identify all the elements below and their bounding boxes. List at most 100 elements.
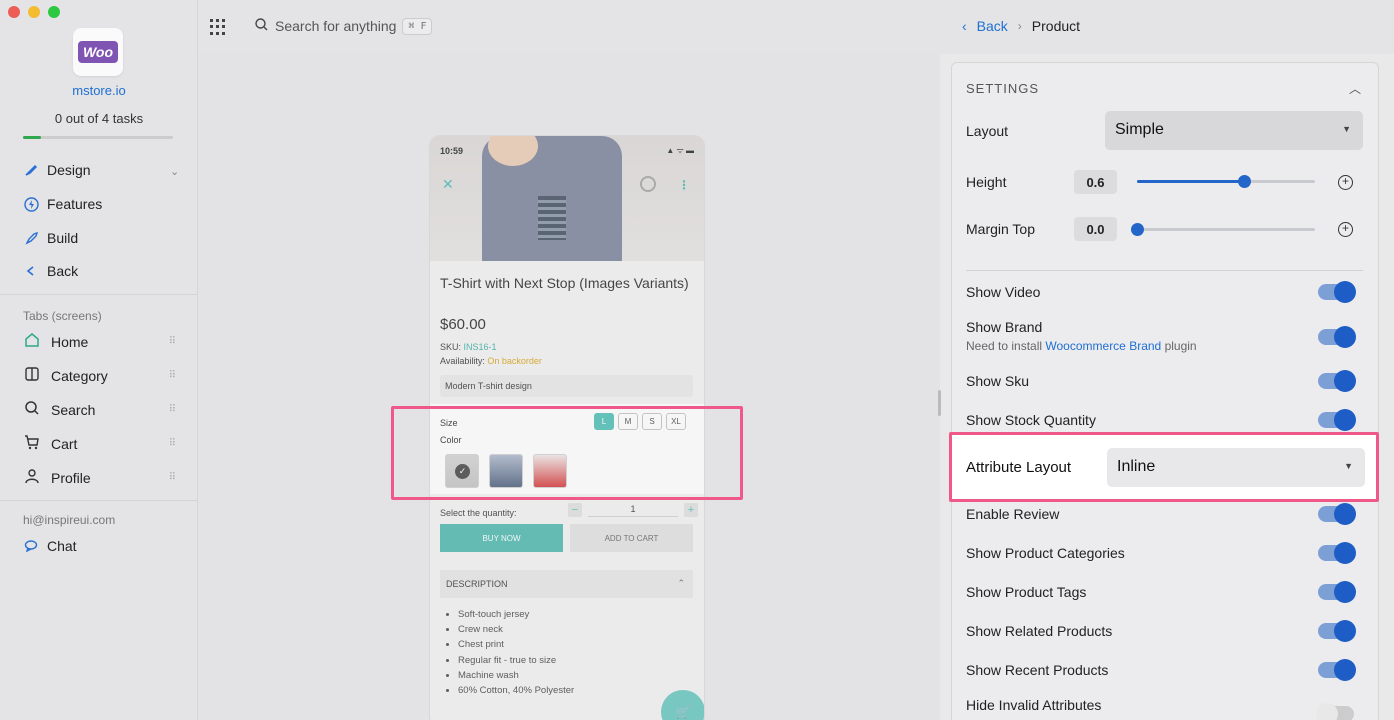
add-circle-icon[interactable]: + <box>1338 222 1353 237</box>
tab-home[interactable]: Home ⠿ <box>23 331 176 352</box>
more-vertical-icon[interactable]: ⋮ <box>678 178 690 192</box>
toggle-knob <box>1334 620 1356 642</box>
show-sku-toggle[interactable] <box>1318 370 1356 392</box>
toggle-knob <box>1334 581 1356 603</box>
buy-now-button[interactable]: BUY NOW <box>440 524 563 552</box>
brand-plugin-link[interactable]: Woocommerce Brand <box>1045 339 1161 353</box>
show-related-toggle[interactable] <box>1318 620 1356 642</box>
show-stock-toggle[interactable] <box>1318 409 1356 431</box>
hide-invalid-toggle[interactable] <box>1316 703 1354 720</box>
nav-design-label: Design <box>47 162 91 178</box>
dropdown-arrow-icon: ▼ <box>1342 124 1351 134</box>
margin-top-slider[interactable] <box>1131 223 1315 236</box>
availability-label: Availability: <box>440 356 485 366</box>
attribute-layout-select[interactable]: Inline ▼ <box>1107 448 1365 487</box>
status-icons: ▲ ᯤ ▬ <box>666 146 694 155</box>
slider-knob[interactable] <box>1237 175 1251 188</box>
height-slider[interactable] <box>1137 175 1315 188</box>
resize-handle[interactable] <box>938 390 941 416</box>
favorite-icon[interactable] <box>640 176 656 192</box>
tab-cart[interactable]: Cart ⠿ <box>23 433 176 454</box>
drag-handle-icon[interactable]: ⠿ <box>169 336 176 347</box>
product-title: T-Shirt with Next Stop (Images Variants) <box>440 275 689 291</box>
preview-area: 10:59 ▲ ᯤ ▬ ✕ ⋮ T-Shirt with Next Stop (… <box>198 54 940 720</box>
minimize-window-button[interactable] <box>28 6 40 18</box>
attribute-layout-value: Inline <box>1117 458 1156 475</box>
plus-icon[interactable]: + <box>684 503 698 517</box>
drag-handle-icon[interactable]: ⠿ <box>169 370 176 381</box>
drag-handle-icon[interactable]: ⠿ <box>169 438 176 449</box>
tab-category[interactable]: Category ⠿ <box>23 365 176 386</box>
toggle-label: Show Sku <box>966 373 1030 389</box>
drag-handle-icon[interactable]: ⠿ <box>169 472 176 483</box>
margin-top-label: Margin Top <box>966 221 1036 237</box>
breadcrumb: ‹ Back › Product <box>962 18 1080 34</box>
toggle-label: Show Video <box>966 284 1041 300</box>
breadcrumb-back[interactable]: Back <box>977 18 1008 34</box>
toggle-label: Show Related Products <box>966 623 1113 639</box>
tab-profile-label: Profile <box>51 469 91 486</box>
rocket-icon <box>23 230 39 246</box>
toggle-knob <box>1334 409 1356 431</box>
product-image[interactable]: 10:59 ▲ ᯤ ▬ ✕ ⋮ <box>430 136 704 261</box>
show-video-toggle[interactable] <box>1318 281 1356 303</box>
tab-search-label: Search <box>51 401 96 418</box>
drag-handle-icon[interactable]: ⠿ <box>169 404 176 415</box>
toggle-label: Show Product Categories <box>966 545 1125 561</box>
tasks-count: 0 out of 4 tasks <box>54 111 144 126</box>
show-brand-toggle[interactable] <box>1318 326 1356 348</box>
window-controls <box>8 6 60 18</box>
layout-select[interactable]: Simple ▼ <box>1105 111 1363 150</box>
attribute-layout-row: Attribute Layout Inline ▼ <box>949 432 1379 502</box>
maximize-window-button[interactable] <box>48 6 60 18</box>
height-value[interactable]: 0.6 <box>1074 170 1117 194</box>
nav-features-label: Features <box>47 196 103 212</box>
toggle-knob <box>1316 703 1338 720</box>
add-circle-icon[interactable]: + <box>1338 175 1353 190</box>
nav-design[interactable]: Design <box>23 162 91 178</box>
nav-features[interactable]: Features <box>23 196 102 212</box>
list-item: Chest print <box>458 637 574 652</box>
minus-icon[interactable]: − <box>568 503 582 517</box>
toggle-label: Show Brand <box>966 319 1043 335</box>
pocket-shape <box>538 196 566 240</box>
show-recent-toggle[interactable] <box>1318 659 1356 681</box>
tab-search[interactable]: Search ⠿ <box>23 399 176 420</box>
nav-build[interactable]: Build <box>23 230 78 246</box>
sidebar-divider <box>0 500 198 501</box>
store-logo[interactable]: Woo <box>73 28 123 76</box>
chevron-up-icon[interactable]: ︿ <box>1349 80 1361 97</box>
apps-grid-icon[interactable] <box>210 19 226 35</box>
chevron-down-icon[interactable]: ⌄ <box>170 165 179 178</box>
chat-link[interactable]: Chat <box>23 538 77 554</box>
toggle-knob <box>1334 503 1356 525</box>
quantity-value[interactable]: 1 <box>588 504 678 517</box>
add-to-cart-button[interactable]: ADD TO CART <box>570 524 693 552</box>
close-icon[interactable]: ✕ <box>442 176 454 193</box>
slider-knob[interactable] <box>1131 223 1144 236</box>
search-shortcut: ⌘ F <box>402 17 433 35</box>
brand-note: Need to install Woocommerce Brand plugin <box>966 339 1197 353</box>
chevron-up-icon: ⌃ <box>677 578 685 588</box>
enable-review-toggle[interactable] <box>1318 503 1356 525</box>
store-name-link[interactable]: mstore.io <box>0 83 198 98</box>
support-email[interactable]: hi@inspireui.com <box>23 513 115 527</box>
sku-label: SKU: <box>440 342 462 352</box>
cart-icon <box>23 433 41 454</box>
show-categories-toggle[interactable] <box>1318 542 1356 564</box>
description-accordion[interactable]: DESCRIPTION ⌃ <box>440 570 693 598</box>
tab-profile[interactable]: Profile ⠿ <box>23 467 176 488</box>
chevron-left-icon <box>23 263 39 279</box>
toggle-label: Hide Invalid Attributes <box>966 697 1102 713</box>
show-tags-toggle[interactable] <box>1318 581 1356 603</box>
margin-top-value[interactable]: 0.0 <box>1074 217 1117 241</box>
search-placeholder: Search for anything <box>275 18 397 34</box>
list-item: 60% Cotton, 40% Polyester <box>458 683 574 698</box>
nav-back[interactable]: Back <box>23 263 78 279</box>
availability-value: On backorder <box>487 356 542 366</box>
close-window-button[interactable] <box>8 6 20 18</box>
cart-fab-icon[interactable]: 🛒 <box>661 690 704 720</box>
search-bar[interactable]: Search for anything ⌘ F <box>254 17 433 35</box>
chevron-left-icon[interactable]: ‹ <box>962 18 967 34</box>
search-icon <box>254 17 269 35</box>
